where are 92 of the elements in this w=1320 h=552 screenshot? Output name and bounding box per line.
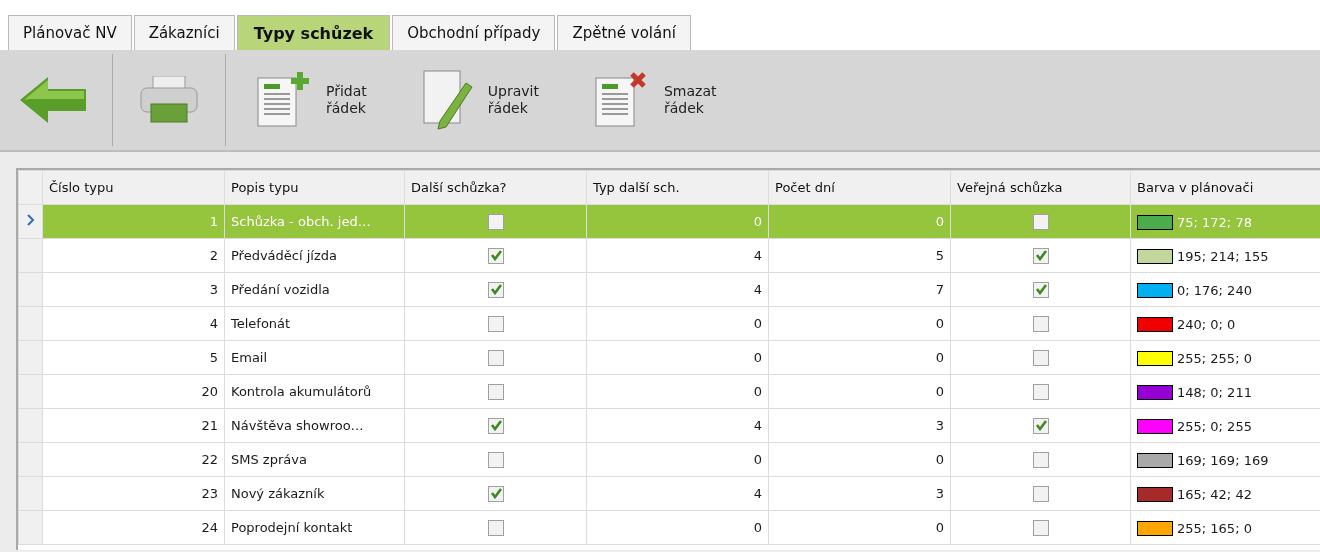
- table-cell: 3: [42, 272, 225, 307]
- table-cell: 0: [586, 374, 769, 409]
- table-cell: 5: [768, 238, 951, 273]
- table-cell: Návštěva showroo…: [224, 408, 405, 443]
- table-cell: 24: [42, 510, 225, 545]
- table-cell: Email: [224, 340, 405, 375]
- table-cell: 0: [586, 510, 769, 545]
- checkbox[interactable]: [487, 349, 504, 366]
- checkbox[interactable]: [1032, 315, 1049, 332]
- add-document-icon: [256, 72, 312, 128]
- color-value: 255; 0; 255: [1177, 418, 1252, 434]
- table-cell: Schůzka - obch. jed…: [224, 204, 405, 239]
- printer-icon: [139, 76, 199, 124]
- row-pointer-icon: [26, 214, 35, 226]
- checkbox[interactable]: [487, 485, 504, 502]
- table-cell: Předváděcí jízda: [224, 238, 405, 273]
- checkbox[interactable]: [487, 383, 504, 400]
- color-value: 75; 172; 78: [1177, 214, 1252, 230]
- table-cell: 4: [586, 408, 769, 443]
- table-cell: 7: [768, 272, 951, 307]
- checkbox[interactable]: [1032, 451, 1049, 468]
- table-cell: Předání vozidla: [224, 272, 405, 307]
- color-value: 148; 0; 211: [1177, 384, 1252, 400]
- back-button[interactable]: [20, 77, 86, 123]
- toolbar-button[interactable]: Smazat řádek: [593, 72, 717, 128]
- tab[interactable]: Zpětné volání: [557, 15, 691, 50]
- table-cell: 0: [768, 306, 951, 341]
- tab[interactable]: Plánovač NV: [8, 15, 132, 50]
- column-header[interactable]: Popis typu: [224, 170, 405, 205]
- color-value: 169; 169; 169: [1177, 452, 1269, 468]
- table-cell: 1: [42, 204, 225, 239]
- table-cell: 4: [586, 476, 769, 511]
- color-value: 195; 214; 155: [1177, 248, 1269, 264]
- checkbox[interactable]: [1032, 519, 1049, 536]
- table-cell: 20: [42, 374, 225, 409]
- table-cell: 0: [768, 442, 951, 477]
- checkbox[interactable]: [487, 315, 504, 332]
- checkbox[interactable]: [487, 247, 504, 264]
- table-cell: Nový zákazník: [224, 476, 405, 511]
- edit-document-pencil-icon: [421, 69, 474, 131]
- table-cell: 0: [768, 340, 951, 375]
- tab[interactable]: Obchodní případy: [392, 15, 556, 50]
- column-header[interactable]: Barva v plánovači: [1130, 170, 1320, 205]
- table-cell: 0: [586, 340, 769, 375]
- table-cell: 5: [42, 340, 225, 375]
- table-cell: SMS zpráva: [224, 442, 405, 477]
- table-cell: 22: [42, 442, 225, 477]
- table-cell: 4: [42, 306, 225, 341]
- checkbox[interactable]: [1032, 281, 1049, 298]
- table-cell: 23: [42, 476, 225, 511]
- table-cell: 3: [768, 408, 951, 443]
- column-header[interactable]: Typ další sch.: [586, 170, 769, 205]
- checkbox[interactable]: [1032, 485, 1049, 502]
- color-value: 0; 176; 240: [1177, 282, 1252, 298]
- table-cell: 4: [586, 238, 769, 273]
- table-cell: 21: [42, 408, 225, 443]
- checkbox[interactable]: [487, 417, 504, 434]
- color-value: 255; 165; 0: [1177, 520, 1252, 536]
- table-cell: 0: [768, 204, 951, 239]
- toolbar-button[interactable]: Přidat řádek: [256, 72, 367, 128]
- tab[interactable]: Zákazníci: [133, 15, 235, 50]
- checkbox[interactable]: [1032, 417, 1049, 434]
- checkbox[interactable]: [1032, 247, 1049, 264]
- column-header[interactable]: Počet dní: [768, 170, 951, 205]
- color-value: 165; 42; 42: [1177, 486, 1252, 502]
- table-cell: Kontrola akumulátorů: [224, 374, 405, 409]
- table-cell: 0: [586, 306, 769, 341]
- column-header[interactable]: Číslo typu: [42, 170, 225, 205]
- print-button[interactable]: [139, 76, 199, 124]
- checkbox[interactable]: [487, 281, 504, 298]
- tab[interactable]: Typy schůzek: [236, 15, 391, 50]
- color-value: 240; 0; 0: [1177, 316, 1236, 332]
- checkbox[interactable]: [1032, 213, 1049, 230]
- table-cell: 0: [586, 204, 769, 239]
- column-header[interactable]: Veřejná schůzka: [950, 170, 1131, 205]
- checkbox[interactable]: [487, 451, 504, 468]
- table-cell: 0: [768, 510, 951, 545]
- checkbox[interactable]: [1032, 349, 1049, 366]
- checkbox[interactable]: [487, 519, 504, 536]
- checkbox[interactable]: [1032, 383, 1049, 400]
- checkbox[interactable]: [487, 213, 504, 230]
- table-cell: 0: [768, 374, 951, 409]
- table-cell: 4: [586, 272, 769, 307]
- table-cell: Telefonát: [224, 306, 405, 341]
- table-cell: 0: [586, 442, 769, 477]
- back-arrow-icon: [20, 77, 86, 123]
- toolbar-button[interactable]: Upravit řádek: [421, 69, 539, 131]
- color-value: 255; 255; 0: [1177, 350, 1252, 366]
- table-cell: Poprodejní kontakt: [224, 510, 405, 545]
- column-header[interactable]: Další schůzka?: [404, 170, 587, 205]
- table-cell: 3: [768, 476, 951, 511]
- table-cell: 2: [42, 238, 225, 273]
